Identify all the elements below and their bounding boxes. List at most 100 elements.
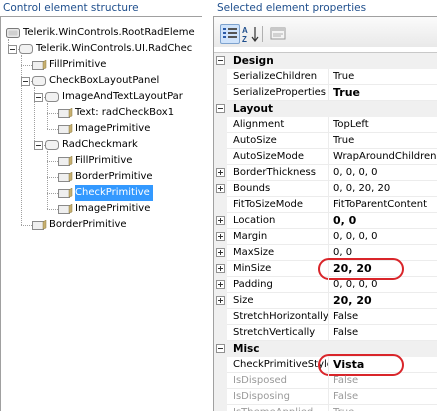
alphabetical-sort-icon[interactable]: A Z	[241, 24, 261, 44]
property-row[interactable]: Size 20, 20	[214, 293, 437, 309]
property-row[interactable]: Bounds 0, 0, 20, 20	[214, 181, 437, 197]
tree-node[interactable]: ImagePrimitive	[75, 121, 153, 137]
svg-text:A: A	[242, 26, 248, 35]
row-gutter	[214, 357, 227, 373]
tree-node[interactable]: ImageAndTextLayoutPar	[62, 89, 186, 105]
property-name: StretchVertically	[233, 325, 329, 341]
property-value[interactable]: False	[333, 325, 437, 341]
property-row[interactable]: Padding 0, 0, 0, 0	[214, 277, 437, 293]
property-name: FitToSizeMode	[233, 197, 329, 213]
collapse-toggle-icon[interactable]	[8, 45, 17, 54]
property-value[interactable]: FitToParentContent	[333, 197, 437, 213]
property-name: Location	[233, 213, 329, 229]
property-value[interactable]: False	[333, 389, 437, 405]
tree-node[interactable]: FillPrimitive	[75, 153, 135, 169]
tree-connector-line	[47, 103, 48, 129]
property-value[interactable]: WrapAroundChildren	[333, 149, 437, 165]
row-gutter	[214, 405, 227, 411]
category-layout[interactable]: Layout	[214, 101, 437, 117]
primitive-icon	[58, 171, 73, 183]
row-gutter	[214, 85, 227, 101]
property-grid[interactable]: A Z Design SerializeChildren True Serialize…	[213, 16, 437, 411]
tree-node[interactable]: Text: radCheckBox1	[75, 105, 177, 121]
expand-toggle-icon[interactable]	[216, 216, 225, 225]
property-value[interactable]: TopLeft	[333, 117, 437, 133]
primitive-icon	[58, 123, 73, 135]
property-value[interactable]: 0, 0, 0, 0	[333, 277, 437, 293]
property-value[interactable]: 0, 0, 0, 0	[333, 165, 437, 181]
tree-node[interactable]: RadCheckmark	[62, 137, 141, 153]
tree-connector-line	[47, 161, 58, 162]
property-row[interactable]: FitToSizeMode FitToParentContent	[214, 197, 437, 213]
tree-node[interactable]: CheckBoxLayoutPanel	[49, 73, 162, 89]
expand-toggle-icon[interactable]	[216, 232, 225, 241]
expand-toggle-icon[interactable]	[216, 280, 225, 289]
property-row[interactable]: Alignment TopLeft	[214, 117, 437, 133]
property-name: BorderThickness	[233, 165, 329, 181]
element-node-icon	[19, 44, 34, 55]
property-value[interactable]: False	[333, 373, 437, 389]
property-row[interactable]: Location 0, 0	[214, 213, 437, 229]
expand-toggle-icon[interactable]	[216, 264, 225, 273]
property-name: Padding	[233, 277, 329, 293]
tree-node[interactable]: BorderPrimitive	[49, 217, 130, 233]
collapse-toggle-icon[interactable]	[216, 344, 225, 353]
expand-toggle-icon[interactable]	[216, 184, 225, 193]
property-value[interactable]: True	[333, 85, 437, 101]
row-gutter	[214, 197, 227, 213]
property-value[interactable]: 0, 0, 0, 0	[333, 229, 437, 245]
property-name: Size	[233, 293, 329, 309]
tree-connector-line	[47, 193, 58, 194]
element-node-icon	[45, 92, 60, 103]
property-name: IsThemeApplied	[233, 405, 329, 411]
property-value[interactable]: 0, 0	[333, 213, 437, 229]
property-name: SerializeProperties	[233, 85, 329, 101]
primitive-icon	[58, 187, 73, 199]
property-value[interactable]: False	[333, 309, 437, 325]
property-value[interactable]: 20, 20	[333, 293, 437, 309]
property-row[interactable]: BorderThickness 0, 0, 0, 0	[214, 165, 437, 181]
property-pages-icon[interactable]	[269, 24, 289, 44]
tree-connector-line	[21, 65, 32, 66]
row-gutter	[214, 117, 227, 133]
collapse-toggle-icon[interactable]	[216, 104, 225, 113]
tree-node[interactable]: Telerik.WinControls.UI.RadChec	[36, 41, 195, 57]
row-gutter	[214, 389, 227, 405]
collapse-toggle-icon[interactable]	[34, 93, 43, 102]
property-row[interactable]: AutoSize True	[214, 133, 437, 149]
property-row[interactable]: IsDisposing False	[214, 389, 437, 405]
property-name: IsDisposing	[233, 389, 329, 405]
grid-panel-title: Selected element properties	[217, 2, 367, 14]
collapse-toggle-icon[interactable]	[21, 77, 30, 86]
expand-toggle-icon[interactable]	[216, 248, 225, 257]
property-row[interactable]: Margin 0, 0, 0, 0	[214, 229, 437, 245]
expand-toggle-icon[interactable]	[216, 168, 225, 177]
property-name: Margin	[233, 229, 329, 245]
property-row[interactable]: StretchHorizontally False	[214, 309, 437, 325]
categorized-view-icon[interactable]	[220, 24, 240, 44]
tree-node[interactable]: BorderPrimitive	[75, 169, 156, 185]
tree-node[interactable]: Telerik.WinControls.RootRadEleme	[23, 25, 198, 41]
property-value[interactable]: True	[333, 69, 437, 85]
element-tree[interactable]: Telerik.WinControls.RootRadEleme Telerik.…	[0, 16, 202, 411]
property-value[interactable]: True	[333, 405, 437, 411]
property-value[interactable]: True	[333, 133, 437, 149]
expand-toggle-icon[interactable]	[216, 296, 225, 305]
property-row[interactable]: SerializeChildren True	[214, 69, 437, 85]
tree-node-selected[interactable]: CheckPrimitive	[75, 185, 153, 201]
property-row[interactable]: IsDisposed False	[214, 373, 437, 389]
property-row[interactable]: AutoSizeMode WrapAroundChildren	[214, 149, 437, 165]
tree-connector-line	[47, 209, 58, 210]
property-value[interactable]: 0, 0, 20, 20	[333, 181, 437, 197]
tree-node[interactable]: FillPrimitive	[49, 57, 109, 73]
collapse-toggle-icon[interactable]	[216, 56, 225, 65]
property-row[interactable]: SerializeProperties True	[214, 85, 437, 101]
category-design[interactable]: Design	[214, 53, 437, 69]
tree-connector-line	[21, 225, 32, 226]
property-row[interactable]: StretchVertically False	[214, 325, 437, 341]
tree-node[interactable]: ImagePrimitive	[75, 201, 153, 217]
property-name: StretchHorizontally	[233, 309, 329, 325]
property-row[interactable]: IsThemeApplied True	[214, 405, 437, 411]
root-element-icon	[6, 28, 21, 39]
collapse-toggle-icon[interactable]	[34, 141, 43, 150]
